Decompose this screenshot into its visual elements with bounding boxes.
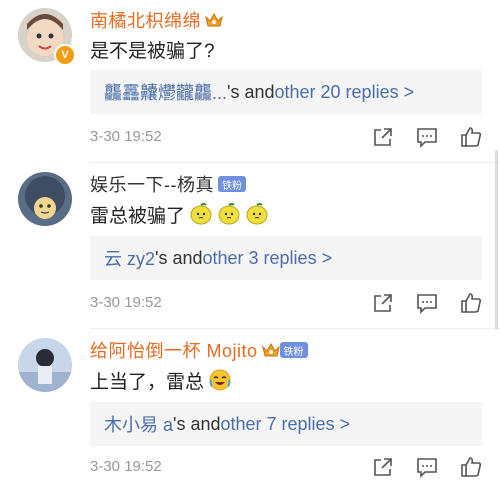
verified-badge-icon: V	[54, 44, 76, 66]
comment-text-content: 雷总被骗了	[90, 205, 186, 227]
username-row: 南橘北枳绵绵	[90, 8, 223, 32]
crown-icon	[205, 12, 223, 27]
replies-preview[interactable]: 木小易 a 's and other 7 replies >	[90, 402, 482, 446]
reply-user[interactable]: 龘靐齉爩龖龘...	[104, 79, 227, 105]
username[interactable]: 给阿怡倒一杯 Mojito	[90, 337, 258, 363]
meta-row: 3-30 19:52	[90, 292, 490, 316]
share-icon[interactable]	[372, 126, 394, 148]
scrollbar[interactable]	[495, 150, 498, 330]
replies-preview[interactable]: 龘靐齉爩龖龘... 's and other 20 replies >	[90, 70, 482, 114]
more-replies-link[interactable]: other 3 replies >	[203, 248, 333, 269]
fan-badge: 铁粉	[218, 176, 246, 192]
more-replies-link[interactable]: other 7 replies >	[221, 414, 351, 435]
comment-item: 娱乐一下--杨真 铁粉 雷总被骗了 云 zy2 's and other 3 r…	[0, 166, 500, 326]
comment-text: 上当了，雷总	[90, 366, 232, 394]
thumbs-up-icon[interactable]	[460, 456, 482, 478]
username-row: 娱乐一下--杨真 铁粉	[90, 172, 246, 196]
comment-text-content: 上当了，雷总	[90, 371, 205, 393]
avatar[interactable]	[18, 172, 72, 226]
timestamp: 3-30 19:52	[90, 128, 162, 145]
comment-icon[interactable]	[416, 292, 438, 314]
reply-user[interactable]: 木小易 a	[104, 411, 173, 437]
share-icon[interactable]	[372, 292, 394, 314]
replies-preview[interactable]: 云 zy2 's and other 3 replies >	[90, 236, 482, 280]
username[interactable]: 南橘北枳绵绵	[90, 7, 201, 33]
comment-icon[interactable]	[416, 126, 438, 148]
fan-badge: 铁粉	[279, 342, 308, 358]
thumbs-up-icon[interactable]	[460, 126, 482, 148]
username-row: 给阿怡倒一杯 Mojito 铁粉	[90, 338, 308, 362]
reply-mid-text: 's and	[155, 247, 203, 268]
comment-text: 是不是被骗了?	[90, 36, 215, 62]
meta-row: 3-30 19:52	[90, 456, 490, 480]
comment-icon[interactable]	[416, 456, 438, 478]
divider	[90, 328, 500, 329]
avatar[interactable]	[18, 338, 72, 392]
laughing-crying-emoji-icon	[209, 369, 231, 391]
reply-user[interactable]: 云 zy2	[104, 245, 155, 271]
reply-mid-text: 's and	[227, 81, 275, 102]
username[interactable]: 娱乐一下--杨真	[90, 171, 214, 197]
reply-mid-text: 's and	[173, 413, 221, 434]
lemon-emoji-icon	[190, 203, 212, 225]
timestamp: 3-30 19:52	[90, 294, 162, 311]
crown-icon	[261, 342, 280, 357]
lemon-emoji-icon	[246, 203, 268, 225]
meta-row: 3-30 19:52	[90, 126, 490, 150]
comment-text: 雷总被骗了	[90, 200, 269, 228]
thumbs-up-icon[interactable]	[460, 292, 482, 314]
comment-text-content: 是不是被骗了?	[90, 40, 215, 62]
timestamp: 3-30 19:52	[90, 458, 162, 475]
share-icon[interactable]	[372, 456, 394, 478]
comment-item: 给阿怡倒一杯 Mojito 铁粉 上当了，雷总 木小易 a 's and oth…	[0, 332, 500, 488]
divider	[90, 162, 500, 163]
lemon-emoji-icon	[218, 203, 240, 225]
comment-item: V 南橘北枳绵绵 是不是被骗了? 龘靐齉爩龖龘... 's and other …	[0, 0, 500, 160]
more-replies-link[interactable]: other 20 replies >	[275, 82, 415, 103]
